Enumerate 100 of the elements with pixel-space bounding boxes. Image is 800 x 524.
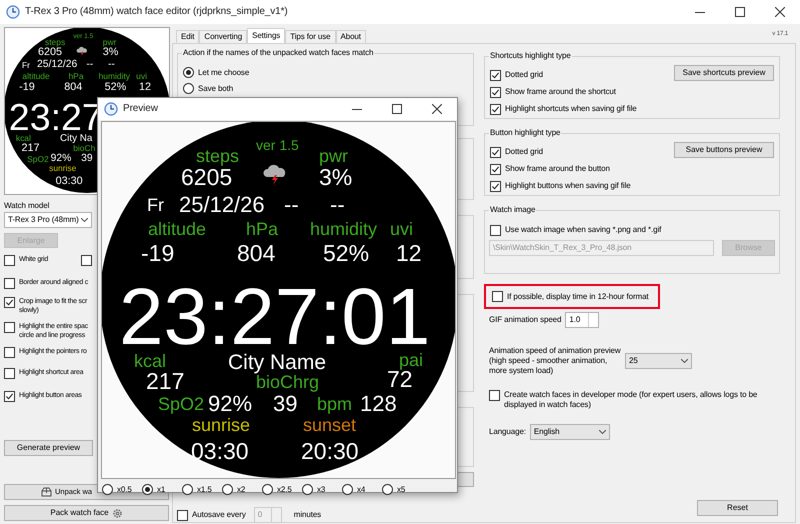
tab[interactable]: Edit	[176, 30, 200, 43]
checkbox[interactable]	[490, 181, 501, 192]
watch-face-text: --	[330, 194, 345, 216]
unit-label: minutes	[294, 510, 322, 520]
radio-label: x3	[317, 484, 326, 494]
window-title: T-Rex 3 Pro (48mm) watch face editor (rjdprkns_simple_v1*)	[25, 7, 288, 17]
checkbox[interactable]	[490, 147, 501, 158]
watch-face-text: hPa	[246, 220, 278, 238]
dropdown-value: T-Rex 3 Pro (48mm)	[8, 215, 79, 225]
watch-face-text: 3%	[102, 46, 118, 58]
watch-face-text: 52%	[323, 242, 370, 264]
radio-button[interactable]	[183, 83, 194, 94]
checkbox[interactable]	[4, 368, 15, 379]
tab[interactable]: Tips for use	[285, 30, 336, 43]
watch-face-text: 217	[21, 142, 40, 154]
radio-label: x1	[157, 484, 166, 494]
watch-face-text: sunrise	[192, 416, 250, 434]
watch-face-text: 6205	[181, 166, 232, 188]
group-title: Button highlight type	[489, 128, 562, 138]
watch-face-text: -19	[141, 242, 174, 264]
checkbox[interactable]	[4, 255, 15, 266]
close-icon[interactable]	[432, 104, 442, 114]
field-label: Animation speed of animation preview (high speed - smoother animation, more system load)	[489, 346, 622, 376]
checkbox[interactable]	[4, 347, 15, 358]
watch-face-text: SpO2	[158, 395, 204, 413]
watch-face-text: steps	[196, 147, 240, 165]
box-icon	[41, 487, 52, 497]
model-dropdown[interactable]: T-Rex 3 Pro (48mm)	[4, 212, 92, 228]
checkbox[interactable]	[490, 164, 501, 175]
watch-face-text: Fr	[147, 196, 164, 214]
radio-button[interactable]	[102, 484, 113, 495]
watch-face-text: steps	[44, 38, 66, 46]
watch-face-text: 92%	[208, 393, 252, 415]
checkbox-label: Show frame around the button	[505, 164, 610, 174]
clock-icon	[6, 5, 20, 19]
watch-face-text: 25/12/26	[179, 194, 265, 216]
reset-button[interactable]: Reset	[697, 500, 778, 516]
watch-face-text: uvi	[136, 72, 147, 81]
checkbox-label: Highlight buttons when saving gif file	[505, 181, 631, 191]
save-preview-button[interactable]: Save buttons preview	[674, 142, 774, 158]
radio-button[interactable]	[222, 484, 233, 495]
watch-face-text: 804	[64, 82, 82, 94]
checkbox[interactable]	[490, 104, 501, 115]
field-label: GIF animation speed	[489, 315, 562, 325]
radio-label: x0.5	[117, 484, 132, 494]
radio-label: x4	[357, 484, 366, 494]
radio-button[interactable]	[262, 484, 273, 495]
watch-face-text: uvi	[390, 220, 414, 238]
radio-label: x1.5	[197, 484, 212, 494]
checkbox-label: Create watch faces in developer mode (for expert users, allows logs to be displayed in watch faces)	[504, 390, 758, 410]
watch-face-text: SpO2	[27, 154, 49, 164]
watch-face-text: bpm	[317, 395, 352, 413]
number-field[interactable]: 1.0	[565, 312, 600, 328]
checkbox[interactable]	[4, 278, 15, 289]
maximize-icon[interactable]	[735, 7, 745, 17]
watch-face-text: 03:30	[191, 440, 249, 462]
checkbox[interactable]	[81, 255, 92, 266]
generate-preview-button[interactable]: Generate preview	[4, 440, 93, 456]
caret-icon	[681, 359, 688, 363]
checkbox-label: If possible, display time in 12-hour format	[507, 292, 649, 302]
watch-face-text: 03:30	[56, 176, 83, 186]
tab[interactable]: Settings	[247, 28, 286, 43]
window-title: Preview	[123, 104, 158, 114]
tab[interactable]: Converting	[199, 30, 248, 43]
checkbox[interactable]	[492, 291, 503, 302]
radio-button[interactable]	[183, 67, 194, 78]
checkbox[interactable]	[489, 390, 500, 401]
radio-button[interactable]	[382, 484, 393, 495]
watch-face-text: sunrise	[49, 164, 76, 173]
radio-button[interactable]	[302, 484, 313, 495]
watch-face-text: ver 1.5	[256, 138, 299, 152]
checkbox[interactable]	[490, 87, 501, 98]
watch-face-text: 804	[237, 242, 276, 264]
speed-dropdown[interactable]: 25	[625, 353, 692, 369]
watch-face-text: 3%	[319, 166, 352, 188]
watch-face-text: pwr	[319, 147, 348, 165]
save-preview-button[interactable]: Save shortcuts preview	[674, 65, 774, 81]
tab[interactable]: About	[336, 30, 366, 43]
maximize-icon[interactable]	[392, 104, 402, 114]
checkbox[interactable]	[490, 70, 501, 81]
radio-button[interactable]	[142, 484, 153, 495]
language-dropdown[interactable]: English	[530, 424, 610, 440]
watch-face-text: City Na	[60, 134, 92, 144]
close-icon[interactable]	[775, 7, 785, 17]
watch-face-text: humidity	[98, 72, 130, 81]
watch-face-text: 52%	[104, 82, 126, 94]
radio-button[interactable]	[342, 484, 353, 495]
checkbox-label: Dotted grid	[505, 147, 544, 157]
radio-button[interactable]	[182, 484, 193, 495]
watch-face-text: 6205	[38, 46, 62, 58]
field-label: Language:	[489, 427, 526, 437]
pack-button[interactable]: Pack watch face	[4, 505, 169, 521]
checkbox-label: Show frame around the shortcut	[505, 87, 616, 97]
watch-face-text: 20:30	[301, 440, 359, 462]
caret-icon	[81, 218, 88, 222]
watch-face-text: altitude	[148, 220, 206, 238]
checkbox[interactable]	[4, 391, 15, 402]
radio-label: Save both	[198, 84, 234, 94]
checkbox[interactable]	[4, 297, 15, 308]
checkbox[interactable]	[4, 322, 15, 333]
